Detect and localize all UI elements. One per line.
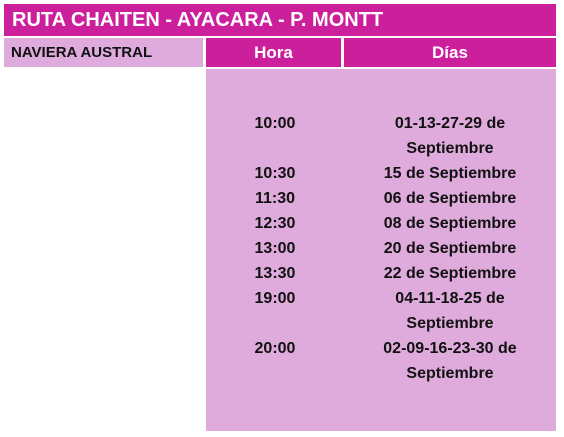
departure-days: 08 de Septiembre (383, 215, 517, 232)
departure-days: 04-11-18-25 de Septiembre (395, 290, 505, 332)
departure-time: 10:30 (254, 165, 296, 182)
schedule-row: 19:00 04-11-18-25 de Septiembre (206, 286, 556, 336)
column-header-dias: Días (344, 38, 556, 67)
departure-days: 06 de Septiembre (383, 190, 517, 207)
departure-time: 19:00 (254, 290, 296, 307)
column-header-hora: Hora (206, 38, 341, 67)
schedule-row: 13:30 22 de Septiembre (206, 261, 556, 286)
route-title: RUTA CHAITEN - AYACARA - P. MONTT (4, 4, 556, 36)
schedule-row: 12:30 08 de Septiembre (206, 211, 556, 236)
schedule-row: 10:30 15 de Septiembre (206, 161, 556, 186)
departure-days: 01-13-27-29 de Septiembre (394, 115, 506, 157)
operator-label: NAVIERA AUSTRAL (4, 38, 203, 67)
departure-time: 13:00 (254, 240, 296, 257)
departure-time: 12:30 (254, 215, 296, 232)
departure-days: 02-09-16-23-30 de Septiembre (383, 340, 517, 382)
schedule-table-body: 10:00 01-13-27-29 de Septiembre 10:30 15… (206, 69, 556, 431)
schedule-row: 13:00 20 de Septiembre (206, 236, 556, 261)
schedule-row: 11:30 06 de Septiembre (206, 186, 556, 211)
departure-days: 15 de Septiembre (383, 165, 517, 182)
schedule-row: 20:00 02-09-16-23-30 de Septiembre (206, 336, 556, 386)
departure-days: 22 de Septiembre (383, 265, 517, 282)
departure-time: 10:00 (254, 115, 296, 132)
departure-time: 13:30 (254, 265, 296, 282)
departure-time: 20:00 (254, 340, 296, 357)
departure-days: 20 de Septiembre (383, 240, 517, 257)
departure-time: 11:30 (254, 190, 296, 207)
schedule-row: 10:00 01-13-27-29 de Septiembre (206, 111, 556, 161)
schedule-rows: 10:00 01-13-27-29 de Septiembre 10:30 15… (206, 111, 556, 386)
